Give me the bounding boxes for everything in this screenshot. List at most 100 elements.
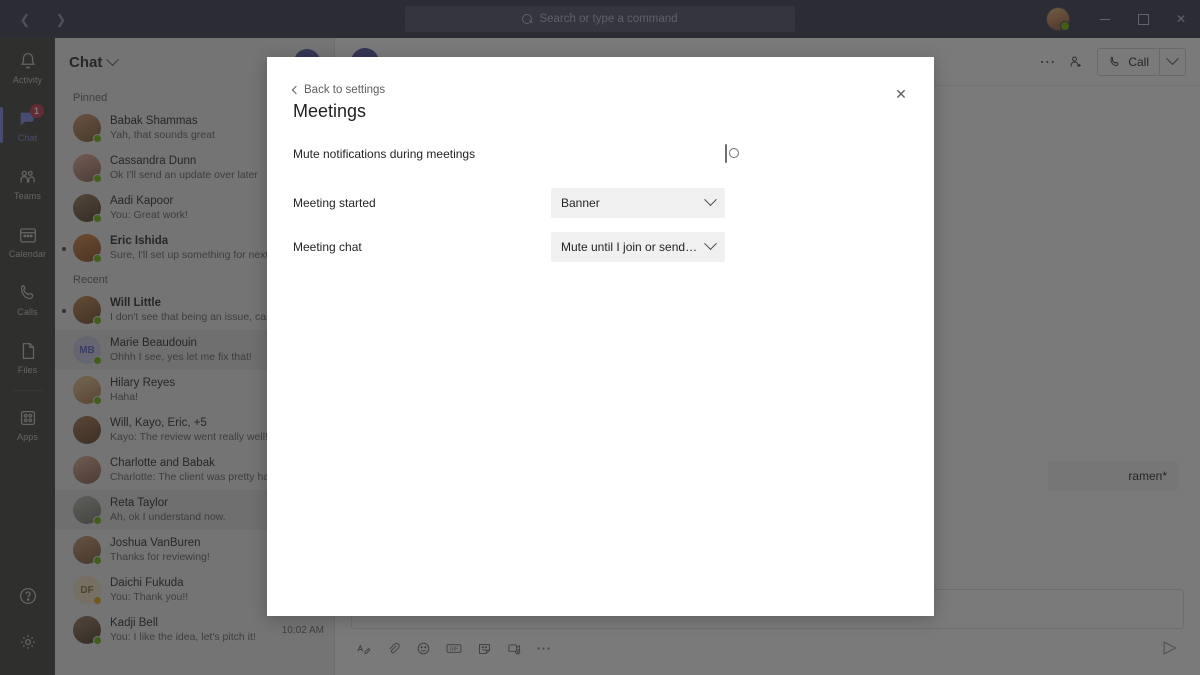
attach-icon[interactable] bbox=[385, 640, 402, 657]
chat-list-item[interactable]: Kadji Bell You: I like the idea, let's pi… bbox=[55, 610, 334, 650]
search-placeholder: Search or type a command bbox=[539, 13, 678, 25]
sidebar-label: Calls bbox=[17, 306, 38, 317]
avatar[interactable] bbox=[1046, 7, 1070, 31]
titlebar-right-group: ✕ bbox=[1046, 0, 1200, 38]
presence-indicator bbox=[93, 636, 102, 645]
sidebar-item-calendar[interactable]: Calendar bbox=[0, 212, 55, 270]
add-people-icon[interactable] bbox=[1067, 53, 1085, 71]
rail-bottom-group bbox=[0, 573, 55, 665]
close-icon[interactable]: ✕ bbox=[890, 83, 912, 105]
unread-dot bbox=[62, 309, 66, 313]
avatar bbox=[73, 416, 101, 444]
call-button-label: Call bbox=[1128, 54, 1149, 69]
sidebar-label: Apps bbox=[17, 431, 38, 442]
chat-item-preview: You: I like the idea, let's pitch it! bbox=[110, 630, 256, 643]
mute-notifications-toggle[interactable] bbox=[725, 143, 739, 163]
call-button[interactable]: Call bbox=[1097, 47, 1186, 76]
forward-icon[interactable]: ❯ bbox=[50, 8, 72, 30]
minimize-button[interactable] bbox=[1086, 0, 1124, 38]
search-icon bbox=[522, 13, 533, 25]
avatar bbox=[73, 154, 102, 183]
sticker-icon[interactable] bbox=[476, 640, 493, 657]
back-to-settings-label: Back to settings bbox=[304, 84, 386, 96]
dropdown-value: Mute until I join or send… bbox=[561, 239, 698, 254]
sidebar-label: Teams bbox=[13, 190, 41, 201]
avatar bbox=[73, 496, 102, 525]
unread-dot bbox=[62, 247, 66, 251]
chevron-down-icon[interactable] bbox=[106, 52, 120, 66]
call-button-main[interactable]: Call bbox=[1098, 49, 1159, 75]
gear-icon bbox=[17, 631, 39, 653]
back-to-settings-link[interactable]: Back to settings bbox=[291, 84, 386, 96]
emoji-icon[interactable] bbox=[415, 640, 432, 657]
sidebar-item-activity[interactable]: Activity bbox=[0, 38, 55, 96]
avatar-initials: MB bbox=[79, 344, 95, 356]
avatar bbox=[73, 456, 101, 484]
setting-label: Meeting chat bbox=[293, 239, 362, 254]
chat-icon: 1 bbox=[17, 103, 44, 130]
more-horizontal-icon[interactable]: ⋯ bbox=[536, 641, 551, 656]
help-button[interactable] bbox=[0, 573, 55, 619]
presence-indicator bbox=[93, 516, 102, 525]
presence-indicator bbox=[93, 356, 102, 365]
presence-indicator bbox=[93, 134, 102, 143]
close-button[interactable]: ✕ bbox=[1162, 0, 1200, 38]
teams-app-window: ❮ ❯ Search or type a command ✕ Activity … bbox=[0, 0, 1200, 675]
send-icon[interactable] bbox=[1160, 638, 1180, 658]
search-box[interactable]: Search or type a command bbox=[405, 6, 795, 32]
meeting-started-dropdown[interactable]: Banner bbox=[551, 187, 725, 218]
format-text-icon[interactable] bbox=[355, 640, 372, 657]
setting-label: Meeting started bbox=[293, 195, 376, 210]
dropdown-value: Banner bbox=[561, 195, 600, 210]
chevron-down-icon bbox=[704, 237, 717, 251]
calendar-icon bbox=[17, 224, 39, 246]
page-title: Chat bbox=[69, 53, 103, 71]
presence-indicator bbox=[93, 254, 102, 263]
avatar bbox=[73, 234, 102, 263]
help-icon bbox=[17, 585, 39, 607]
avatar-initials: DF bbox=[80, 584, 94, 596]
dialog-body: Mute notifications during meetings Meeti… bbox=[293, 135, 908, 265]
apps-icon bbox=[17, 407, 39, 429]
presence-indicator bbox=[93, 596, 102, 605]
chevron-down-icon bbox=[704, 193, 717, 207]
settings-button[interactable] bbox=[0, 619, 55, 665]
sidebar-item-chat[interactable]: 1 Chat bbox=[0, 96, 55, 154]
svg-text:GIF: GIF bbox=[450, 646, 459, 652]
dialog-title: Meetings bbox=[293, 101, 367, 121]
sidebar-item-files[interactable]: Files bbox=[0, 328, 55, 386]
file-icon bbox=[17, 340, 39, 362]
meet-now-icon[interactable] bbox=[506, 640, 523, 657]
sidebar-item-teams[interactable]: Teams bbox=[0, 154, 55, 212]
search-bar[interactable]: Search or type a command bbox=[405, 6, 795, 32]
setting-row-meeting-chat: Meeting chat Mute until I join or send… bbox=[293, 228, 908, 265]
call-options-button[interactable] bbox=[1159, 48, 1185, 75]
presence-indicator bbox=[93, 316, 102, 325]
meeting-chat-dropdown[interactable]: Mute until I join or send… bbox=[551, 231, 725, 262]
rail-divider bbox=[12, 390, 43, 391]
back-icon[interactable]: ❮ bbox=[14, 8, 36, 30]
maximize-button[interactable] bbox=[1124, 0, 1162, 38]
sidebar-item-apps[interactable]: Apps bbox=[0, 395, 55, 453]
chat-item-text: Kadji Bell You: I like the idea, let's pi… bbox=[110, 617, 276, 643]
conversation-actions: ⋯ Call bbox=[1039, 47, 1186, 76]
meetings-settings-dialog: Back to settings ✕ Meetings Mute notific… bbox=[267, 57, 934, 616]
gif-icon[interactable]: GIF bbox=[445, 640, 463, 657]
avatar bbox=[73, 616, 102, 645]
sidebar-label: Chat bbox=[17, 132, 38, 143]
avatar bbox=[73, 194, 102, 223]
phone-icon bbox=[1110, 56, 1119, 66]
sidebar-item-calls[interactable]: Calls bbox=[0, 270, 55, 328]
avatar bbox=[73, 376, 102, 405]
navigation-arrows: ❮ ❯ bbox=[14, 8, 72, 30]
sidebar-label: Activity bbox=[12, 74, 43, 85]
phone-icon bbox=[17, 282, 39, 304]
chevron-left-icon bbox=[291, 85, 301, 95]
sidebar-label: Files bbox=[17, 364, 38, 375]
avatar bbox=[73, 296, 102, 325]
avatar bbox=[73, 536, 102, 565]
more-horizontal-icon[interactable]: ⋯ bbox=[1039, 52, 1055, 72]
setting-row-mute-notifications: Mute notifications during meetings bbox=[293, 135, 908, 172]
